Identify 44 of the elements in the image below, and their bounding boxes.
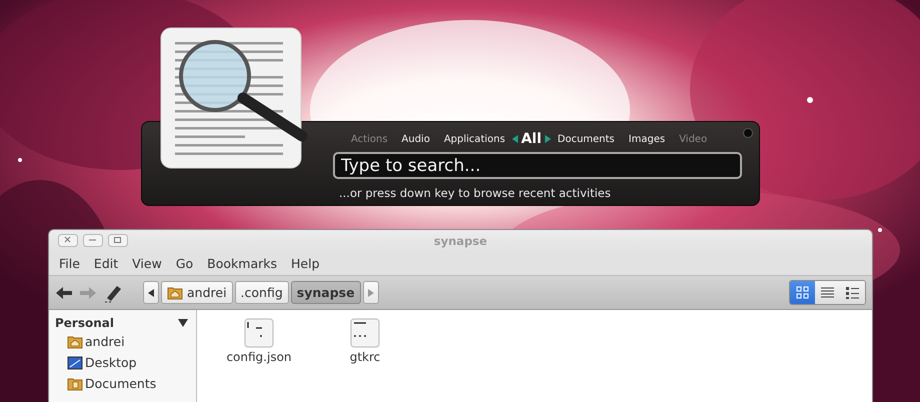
text-file-icon[interactable] <box>244 318 274 348</box>
window-title: synapse <box>434 234 488 248</box>
scroll-left-button[interactable] <box>143 281 159 304</box>
right-arrow-icon <box>544 135 550 143</box>
list-view-icon <box>844 284 861 301</box>
left-arrow-icon <box>148 288 154 296</box>
menu-item[interactable]: Help <box>284 256 326 271</box>
menu-item[interactable]: Bookmarks <box>200 256 284 271</box>
view-button[interactable] <box>790 281 815 304</box>
right-arrow-icon <box>368 288 374 296</box>
minimize-button[interactable] <box>83 234 104 248</box>
documents-icon <box>67 376 83 392</box>
path-button[interactable]: andrei <box>161 281 233 304</box>
home-icon <box>67 334 83 350</box>
view-button[interactable] <box>840 281 865 304</box>
home-folder-icon <box>167 284 183 300</box>
category-tab[interactable]: Audio <box>394 134 437 144</box>
file-name[interactable]: config.json <box>226 350 292 364</box>
left-arrow-icon <box>512 135 518 143</box>
menu-item[interactable]: Edit <box>86 256 126 271</box>
view-button[interactable] <box>815 281 840 304</box>
menu-item[interactable]: File <box>52 256 87 271</box>
path-button[interactable]: .config <box>234 281 289 304</box>
category-tab[interactable]: All <box>518 131 544 147</box>
menu-item[interactable]: View <box>125 256 169 271</box>
path-button[interactable]: synapse <box>290 281 361 304</box>
icon-view-icon <box>794 284 811 301</box>
sidebar-item[interactable]: andrei <box>85 334 125 349</box>
menu-item[interactable]: Go <box>168 256 200 271</box>
category-tab[interactable]: Documents <box>550 134 622 144</box>
maximize-button[interactable] <box>108 234 129 248</box>
sidebar-item[interactable]: Documents <box>85 376 156 391</box>
category-tab[interactable]: Applications <box>436 134 512 144</box>
sidebar-item[interactable]: Desktop <box>85 355 137 370</box>
collapse-arrow-icon[interactable] <box>178 319 188 327</box>
back-arrow-icon[interactable] <box>55 284 73 300</box>
search-field[interactable]: Type to search... <box>333 152 742 179</box>
category-tab[interactable]: Images <box>622 134 672 144</box>
close-button[interactable] <box>58 234 79 248</box>
hint-text: ...or press down key to browse recent activities <box>339 186 612 200</box>
scroll-right-button[interactable] <box>362 281 379 304</box>
file-name[interactable]: gtkrc <box>350 350 380 364</box>
desktop-icon <box>67 354 83 370</box>
sidebar-heading: Personal <box>55 316 114 330</box>
